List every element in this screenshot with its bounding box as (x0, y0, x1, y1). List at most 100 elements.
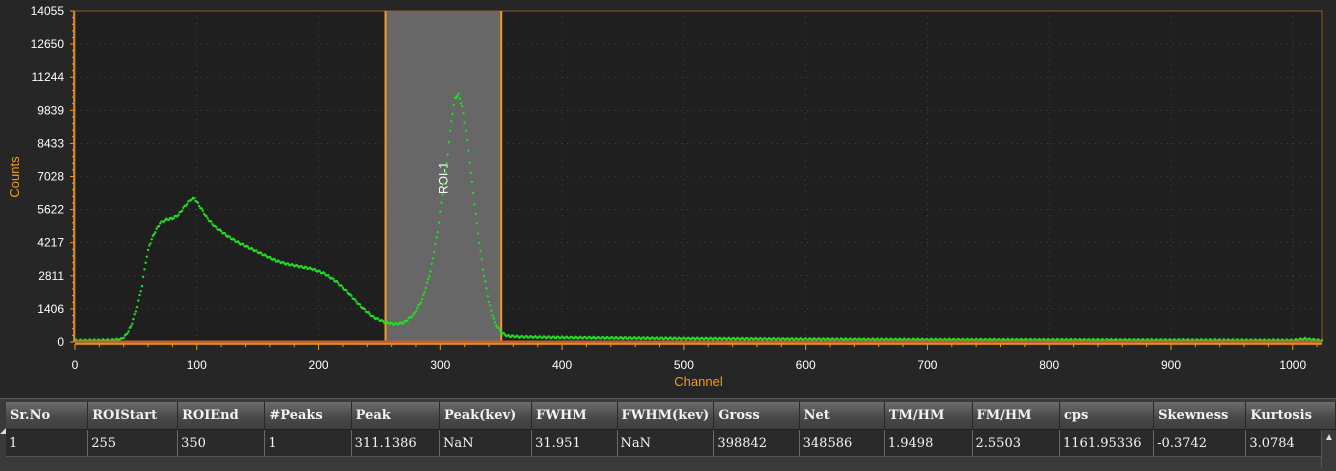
spectrum-point (415, 306, 419, 310)
spectrum-point (363, 308, 367, 311)
column-header[interactable]: FM/HM (972, 402, 1060, 430)
y-axis-label: Counts (7, 156, 22, 198)
spectrum-point (469, 171, 472, 175)
spectrum-point (134, 310, 138, 313)
spectrum-point (498, 329, 502, 332)
spectrum-point (140, 284, 144, 288)
spectrum-point (472, 191, 475, 195)
spectrum-point (470, 180, 474, 184)
spectrum-point (150, 238, 153, 241)
spectrum-point (331, 277, 335, 280)
spectrum-point (434, 242, 437, 246)
y-tick-label: 1406 (37, 302, 64, 316)
y-tick-label: 12650 (31, 37, 65, 51)
spectrum-point (219, 229, 223, 233)
column-header[interactable]: FWHM(kev) (617, 402, 715, 430)
column-header[interactable]: Peak (351, 402, 441, 430)
column-header[interactable]: ROIStart (87, 402, 179, 430)
table-cell: 348586 (799, 429, 885, 457)
spectrum-point (497, 326, 500, 330)
y-tick-label: 8433 (37, 136, 64, 150)
spectrum-point (426, 278, 430, 281)
spectrum-point (132, 317, 135, 321)
spectrum-point (468, 161, 471, 164)
y-tick-label: 9839 (37, 103, 64, 117)
column-header[interactable]: TM/HM (884, 402, 973, 430)
column-header[interactable]: Sr.No (6, 402, 89, 430)
spectrum-point (461, 105, 464, 108)
y-tick-label: 4217 (37, 236, 64, 250)
spectrum-point (487, 300, 491, 304)
spectrum-point (353, 298, 357, 301)
column-header[interactable]: cps (1059, 402, 1155, 430)
spectrum-point (475, 222, 479, 225)
spectrum-point (489, 304, 492, 307)
spectrum-point (273, 258, 276, 261)
spectrum-point (481, 268, 485, 271)
spectrum-point (145, 255, 149, 258)
spectrum-point (127, 330, 130, 333)
spectrum-point (441, 193, 444, 196)
spectrum-point (480, 258, 483, 261)
vertical-scrollbar[interactable]: ▲ (1321, 430, 1336, 468)
y-tick-label: 2811 (38, 269, 64, 283)
column-header[interactable]: Skewness (1153, 402, 1247, 430)
y-tick-label: 5622 (37, 203, 64, 217)
spectrum-point (479, 249, 482, 252)
spectrum-point (436, 230, 440, 234)
spectrum-point (482, 274, 486, 278)
table-cell: 398842 (713, 429, 800, 457)
spectrum-point (463, 121, 466, 124)
table-cell: 2.5503 (972, 429, 1060, 457)
x-tick-label: 600 (796, 358, 816, 372)
plot-area (74, 10, 1323, 343)
spectrum-point (345, 289, 348, 292)
spectrum-point (139, 290, 142, 293)
spectrum-point (446, 153, 449, 156)
spectrum-point (149, 242, 152, 245)
spectrum-point (486, 295, 490, 298)
x-tick-label: 0 (72, 358, 79, 372)
table-header-row: Sr.No ROIStart ROIEnd #Peaks Peak Peak(kev) FW… (6, 402, 1336, 430)
column-header[interactable]: #Peaks (264, 402, 352, 430)
x-axis-label: Channel (674, 374, 723, 389)
column-header[interactable]: Kurtosis (1245, 402, 1336, 430)
spectrum-point (154, 231, 157, 234)
spectrum-point (444, 171, 447, 174)
spectrum-point (336, 281, 340, 284)
spectrum-point (144, 261, 147, 265)
spectrum-point (185, 203, 189, 206)
column-header[interactable]: ROIEnd (177, 402, 266, 430)
table-row[interactable]: 1 255 350 1 311.1386 NaN 31.951 NaN 398842 348586… (6, 429, 1336, 457)
spectrum-point (193, 197, 196, 200)
spectrum-point (456, 94, 459, 98)
roi-table[interactable]: Sr.No ROIStart ROIEnd #Peaks Peak Peak(kev) FW… (6, 402, 1336, 457)
spectrum-point (419, 301, 423, 304)
table-cell: 1.9498 (884, 429, 973, 457)
x-tick-label: 800 (1039, 358, 1059, 372)
spectrum-point (241, 242, 245, 246)
spectrum-point (131, 322, 134, 325)
column-header[interactable]: Peak(kev) (439, 402, 533, 430)
x-tick-label: 200 (309, 358, 329, 372)
table-cell: 1161.95336 (1059, 429, 1155, 457)
column-header[interactable]: Net (799, 402, 885, 430)
spectrum-point (473, 203, 476, 206)
spectrum-point (467, 149, 470, 152)
spectrum-point (439, 210, 442, 213)
spectrum-point (180, 209, 184, 212)
spectrum-chart[interactable]: ROI-1 0 1406 2811 4217 5622 7028 8433 9839 11244 1… (0, 0, 1336, 398)
y-tick-label: 14055 (31, 4, 65, 18)
scroll-up-arrow-icon[interactable]: ▲ (1324, 432, 1334, 443)
spectrum-point (148, 244, 151, 247)
y-tick-label: 0 (57, 335, 64, 349)
spectrum-point (448, 129, 452, 133)
spectrum-point (437, 221, 441, 224)
spectrum-point (465, 138, 469, 142)
column-header[interactable]: Gross (713, 402, 800, 430)
spectrum-point (447, 141, 451, 144)
spectrum-point (478, 241, 481, 245)
column-header[interactable]: FWHM (531, 402, 618, 430)
spectrum-point (143, 268, 146, 271)
table-cell: 255 (87, 429, 179, 457)
